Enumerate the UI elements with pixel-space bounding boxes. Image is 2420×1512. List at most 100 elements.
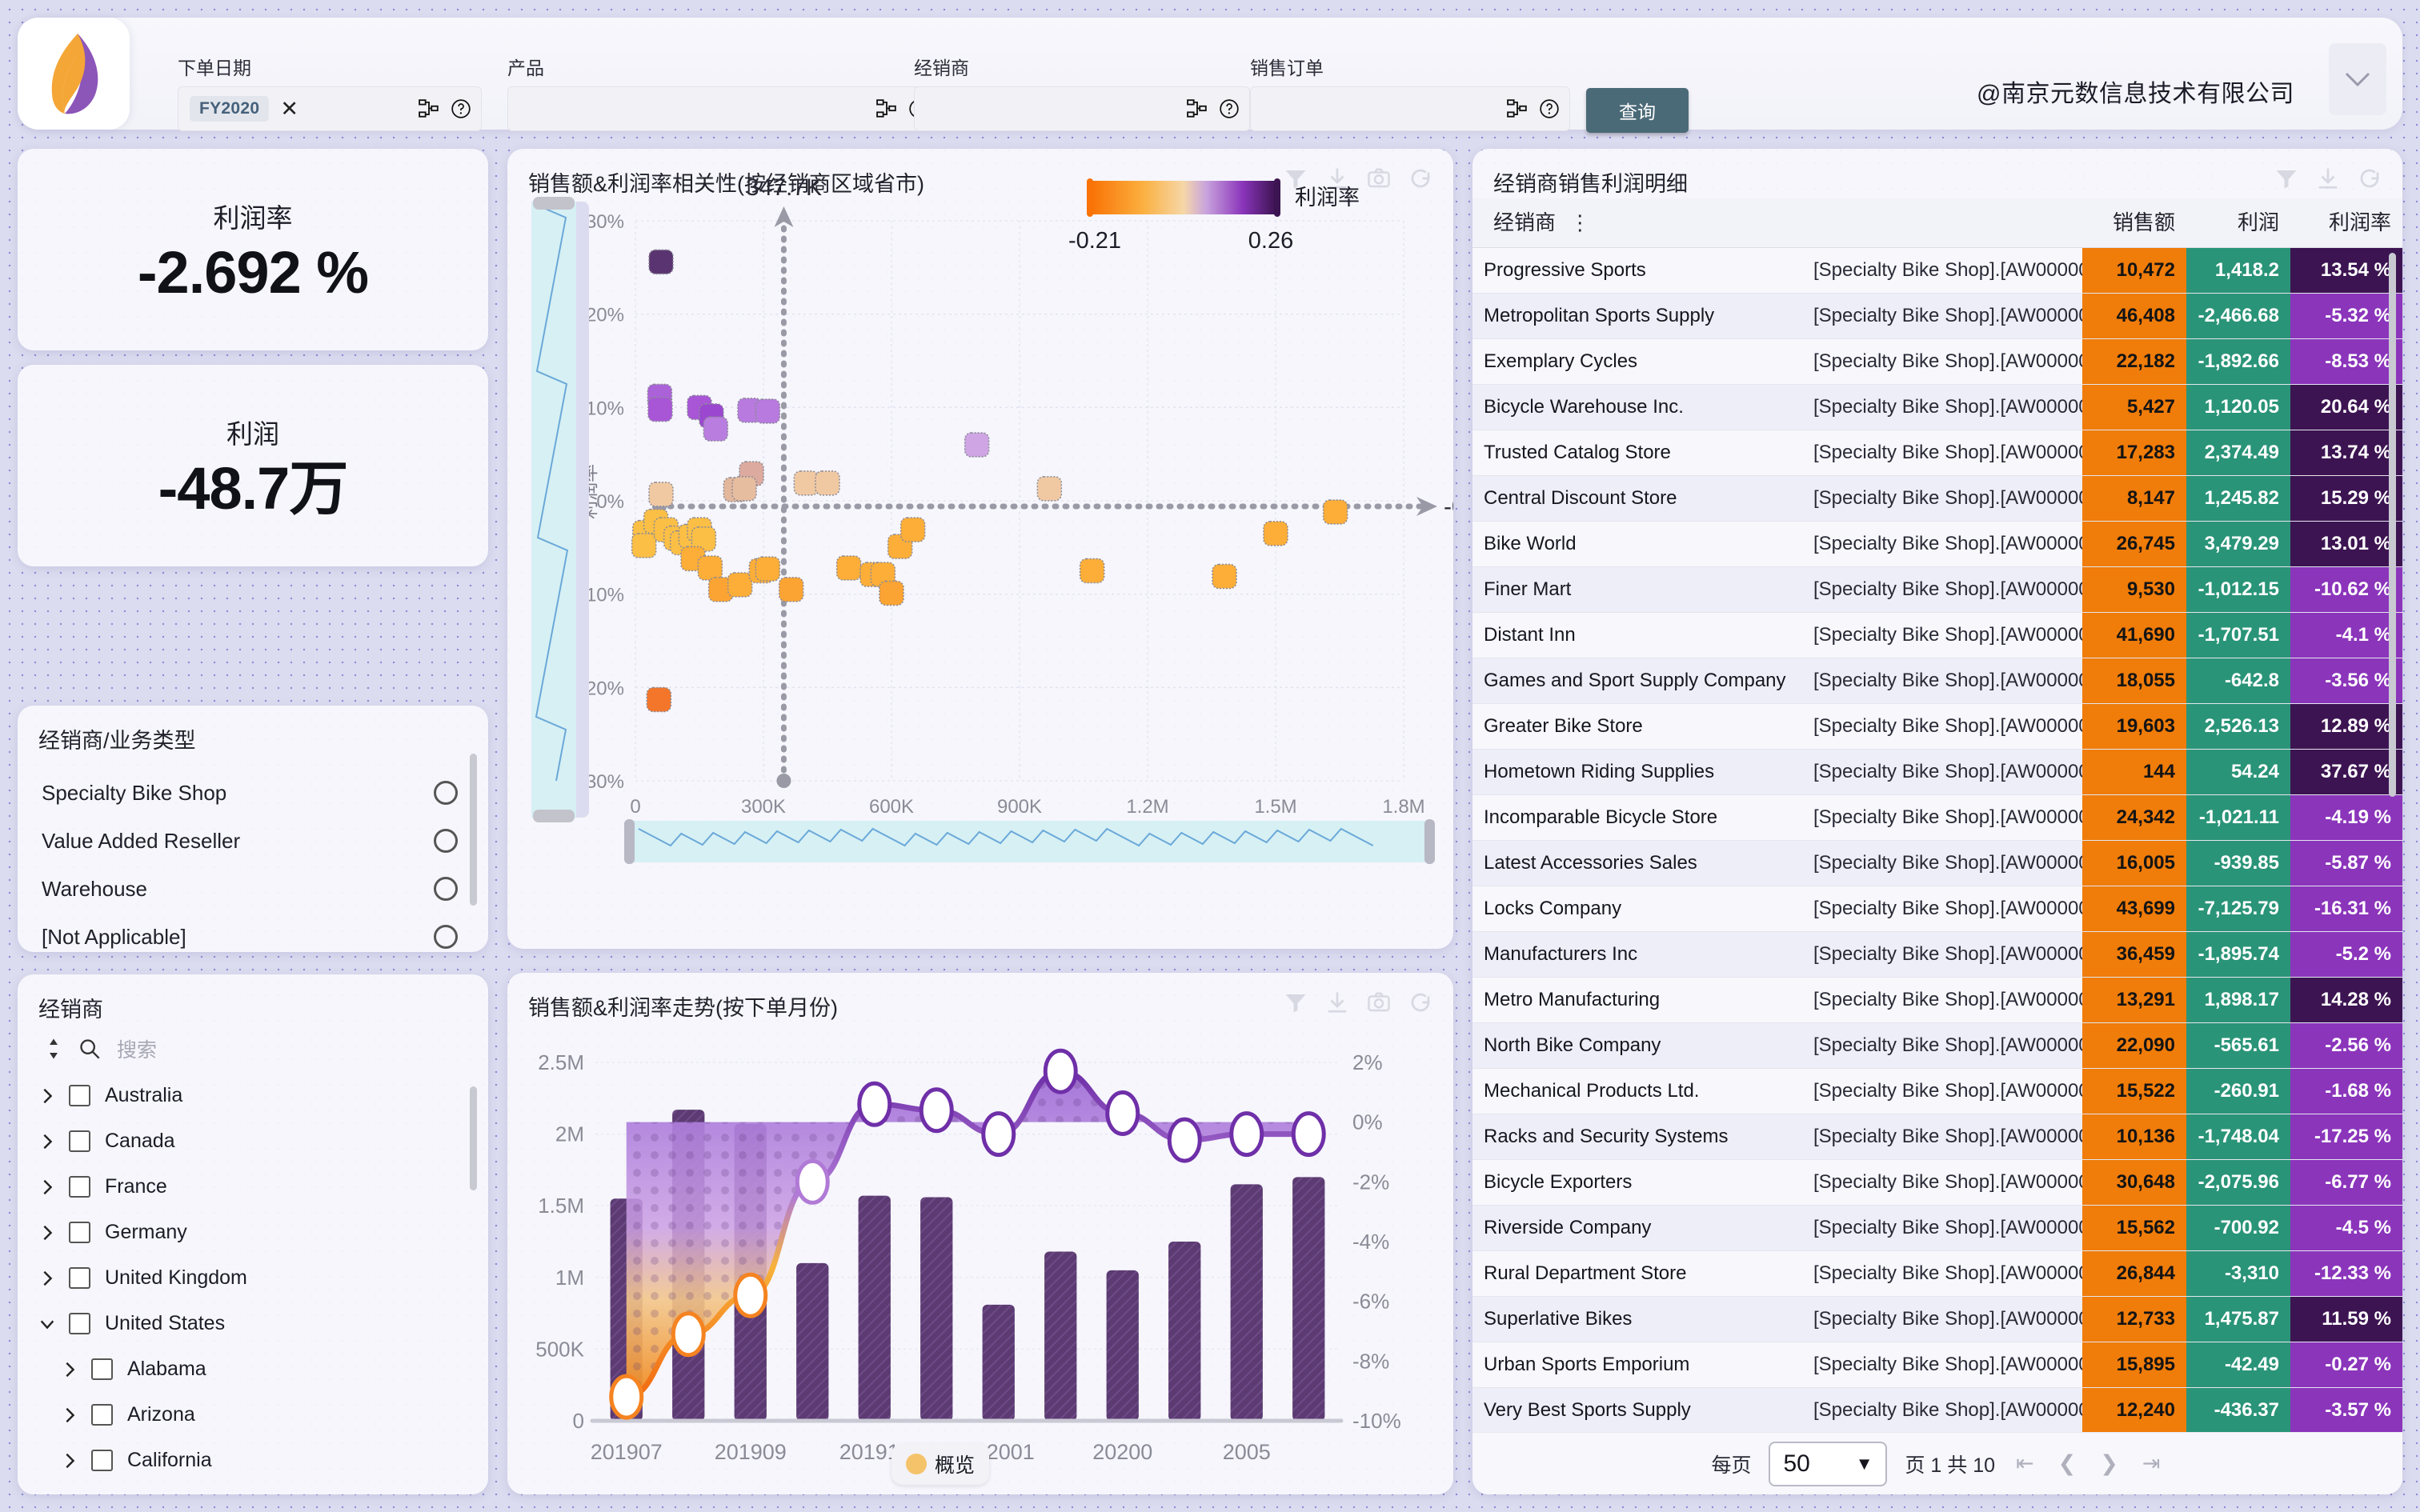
table-row[interactable]: Riverside Company [Specialty Bike Shop].[… (1472, 1205, 2402, 1251)
table-row[interactable]: Bicycle Warehouse Inc. [Specialty Bike Sh… (1472, 384, 2402, 430)
collapse-header-button[interactable] (2329, 43, 2386, 115)
tree-node-united-kingdom[interactable]: United Kingdom (38, 1255, 488, 1301)
table-row[interactable]: Finer Mart[Specialty Bike Shop].[AW00000… (1472, 566, 2402, 613)
table-row[interactable]: Manufacturers Inc [Specialty Bike Shop].[… (1472, 931, 2402, 978)
radio-icon[interactable] (434, 925, 458, 949)
sort-icon[interactable] (45, 1037, 62, 1061)
tree-node-united-states[interactable]: United States (38, 1301, 488, 1346)
detail-table-scroll[interactable]: 经销商 ⋮ 销售额 利润 利润率 Progressive Sports [Spec… (1472, 198, 2402, 1494)
more-icon[interactable]: ⋮ (1569, 210, 1590, 234)
radio-icon[interactable] (434, 829, 458, 853)
product-input[interactable] (507, 86, 940, 131)
close-icon[interactable]: ✕ (280, 97, 298, 122)
table-row[interactable]: Very Best Sports Supply [Specialty Bike S… (1472, 1387, 2402, 1434)
table-row[interactable]: Central Discount Store [Specialty Bike Sh… (1472, 475, 2402, 522)
checkbox-icon[interactable] (91, 1404, 113, 1426)
checkbox-icon[interactable] (91, 1450, 113, 1471)
chevron-right-icon[interactable] (38, 1178, 56, 1196)
chevron-right-icon[interactable] (61, 1406, 78, 1424)
table-row[interactable]: North Bike Company [Specialty Bike Shop].… (1472, 1022, 2402, 1069)
chevron-right-icon[interactable] (38, 1270, 56, 1287)
biztype-scrollbar[interactable] (470, 754, 477, 906)
chevron-right-icon[interactable] (38, 1087, 56, 1105)
table-row[interactable]: Games and Sport Supply Company [Specialty… (1472, 658, 2402, 704)
filter-icon[interactable] (2274, 166, 2298, 190)
chevron-right-icon[interactable] (38, 1224, 56, 1242)
biztype-item-warehouse[interactable]: Warehouse (18, 865, 488, 913)
tree-node-california[interactable]: California (38, 1438, 488, 1483)
biztype-item-specialty-bike-shop[interactable]: Specialty Bike Shop (18, 769, 488, 817)
table-row[interactable]: Bicycle Exporters [Specialty Bike Shop].[… (1472, 1159, 2402, 1206)
hierarchy-icon[interactable] (1507, 98, 1528, 119)
query-button[interactable]: 查询 (1586, 88, 1689, 133)
tree-node-germany[interactable]: Germany (38, 1210, 488, 1255)
table-row[interactable]: Metropolitan Sports Supply [Specialty Bik… (1472, 293, 2402, 339)
checkbox-icon[interactable] (69, 1130, 90, 1152)
search-icon[interactable] (78, 1038, 101, 1060)
sales-order-input[interactable] (1250, 86, 1570, 131)
checkbox-icon[interactable] (69, 1313, 90, 1334)
table-row[interactable]: Metro Manufacturing [Specialty Bike Shop]… (1472, 977, 2402, 1023)
help-icon[interactable] (451, 98, 471, 119)
table-row[interactable]: Hometown Riding Supplies [Specialty Bike … (1472, 749, 2402, 795)
per-page-select[interactable]: 50 ▼ (1769, 1441, 1888, 1486)
checkbox-icon[interactable] (69, 1222, 90, 1243)
help-icon[interactable] (1539, 98, 1560, 119)
tree-node-france[interactable]: France (38, 1164, 488, 1210)
hierarchy-icon[interactable] (419, 98, 439, 119)
table-row[interactable]: Mechanical Products Ltd. [Specialty Bike … (1472, 1068, 2402, 1114)
order-date-input[interactable]: FY2020 ✕ (178, 86, 482, 131)
table-row[interactable]: Racks and Security Systems [Specialty Bik… (1472, 1114, 2402, 1160)
radio-icon[interactable] (434, 781, 458, 805)
hierarchy-icon[interactable] (1187, 98, 1208, 119)
table-row[interactable]: Distant Inn [Specialty Bike Shop].[AW0000… (1472, 612, 2402, 658)
table-row[interactable]: Urban Sports Emporium [Specialty Bike Sho… (1472, 1342, 2402, 1388)
next-page-button[interactable]: ❯ (2097, 1451, 2122, 1476)
table-row[interactable]: Trusted Catalog Store [Specialty Bike Sho… (1472, 430, 2402, 476)
tree-node-arizona[interactable]: Arizona (38, 1392, 488, 1438)
tree-node-alabama[interactable]: Alabama (38, 1346, 488, 1392)
last-page-button[interactable]: ⇥ (2139, 1451, 2164, 1476)
table-row[interactable]: Greater Bike Store [Specialty Bike Shop].… (1472, 703, 2402, 750)
table-row[interactable]: Exemplary Cycles [Specialty Bike Shop].[A… (1472, 338, 2402, 385)
chevron-right-icon[interactable] (61, 1452, 78, 1470)
dealer-search-input[interactable]: 搜索 (117, 1034, 157, 1063)
col-profit[interactable]: 利润 (2186, 198, 2290, 248)
checkbox-icon[interactable] (91, 1358, 113, 1380)
biztype-item-not-applicable[interactable]: [Not Applicable] (18, 913, 488, 961)
table-row[interactable]: Bike World[Specialty Bike Shop].[AW00000… (1472, 521, 2402, 567)
biztype-item-value-added-reseller[interactable]: Value Added Reseller (18, 817, 488, 865)
trend-legend[interactable]: 概览 (891, 1443, 990, 1485)
table-row[interactable]: Rural Department Store [Specialty Bike Sh… (1472, 1250, 2402, 1297)
first-page-button[interactable]: ⇤ (2013, 1451, 2037, 1476)
trend-plot[interactable]: 0 500K 1M 1.5M 2M 2.5M -10% -8% -6% -4% -2% 0% 2% 201… (507, 973, 1453, 1494)
chevron-down-icon[interactable] (38, 1315, 56, 1333)
scatter-plot[interactable]: -30%-20%-10%0%10%20%30%0 300K 600K 900K 1.2M… (507, 149, 1453, 949)
order-date-chip[interactable]: FY2020 (190, 96, 270, 122)
table-row[interactable]: Latest Accessories Sales [Specialty Bike … (1472, 840, 2402, 886)
tree-node-canada[interactable]: Canada (38, 1118, 488, 1164)
table-row[interactable]: Incomparable Bicycle Store [Specialty Bik… (1472, 794, 2402, 841)
dealer-tree-scrollbar[interactable] (470, 1086, 477, 1190)
checkbox-icon[interactable] (69, 1085, 90, 1106)
col-dealer[interactable]: 经销商 ⋮ (1472, 198, 1802, 248)
table-row[interactable]: Progressive Sports [Specialty Bike Shop].… (1472, 247, 2402, 294)
dealer-search-row[interactable]: 搜索 (18, 1023, 488, 1073)
help-icon[interactable] (1219, 98, 1240, 119)
chevron-right-icon[interactable] (61, 1361, 78, 1378)
chevron-right-icon[interactable] (38, 1133, 56, 1150)
refresh-icon[interactable] (2358, 166, 2382, 190)
tree-node-colorado[interactable]: Colorado (38, 1483, 488, 1494)
dealer-input[interactable] (914, 86, 1250, 131)
col-margin[interactable]: 利润率 (2290, 198, 2402, 248)
table-row[interactable]: Locks Company [Specialty Bike Shop].[AW00… (1472, 886, 2402, 932)
download-icon[interactable] (2316, 166, 2340, 190)
hierarchy-icon[interactable] (876, 98, 897, 119)
tree-node-australia[interactable]: Australia (38, 1073, 488, 1118)
table-row[interactable]: Superlative Bikes [Specialty Bike Shop].[… (1472, 1296, 2402, 1342)
table-scrollbar[interactable] (2389, 253, 2396, 797)
checkbox-icon[interactable] (69, 1267, 90, 1289)
prev-page-button[interactable]: ❮ (2055, 1451, 2080, 1476)
col-sales[interactable]: 销售额 (2082, 198, 2186, 248)
radio-icon[interactable] (434, 877, 458, 901)
